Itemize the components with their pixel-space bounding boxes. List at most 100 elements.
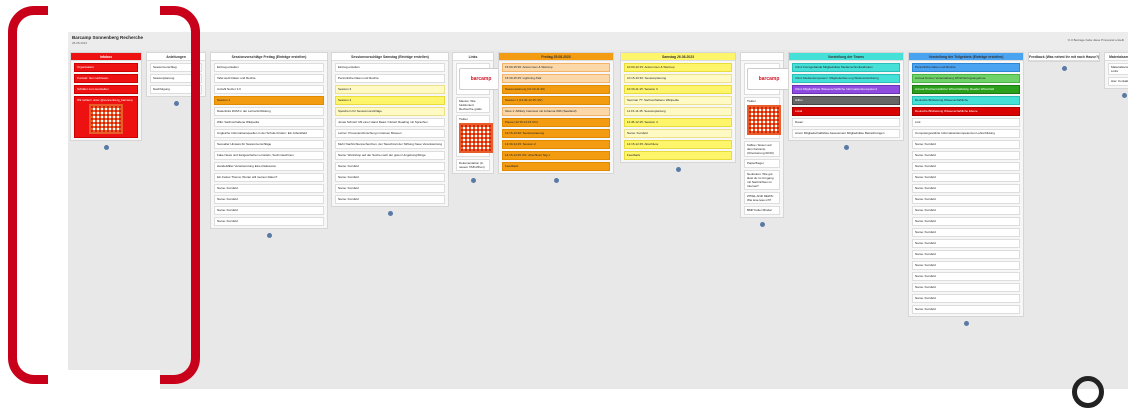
column-header[interactable]: Feedback (Was nehmt ihr mit nach Hause?) (1029, 53, 1099, 61)
card[interactable]: Wiki: Sachverhaltene Wikipedia (214, 118, 324, 127)
add-card-icon[interactable] (1122, 93, 1127, 98)
column-header[interactable]: Sessionvorschläge Freitag (Einträge erst… (211, 53, 327, 61)
card[interactable]: Name: Kursfeld (912, 206, 1020, 215)
column-header[interactable]: Samstag 26.08.2023 (621, 53, 735, 61)
card[interactable]: 15:30-15:45: Lightning-Talk (502, 74, 610, 83)
card[interactable]: Name: Kursfeld (214, 206, 324, 215)
add-card-icon[interactable] (964, 321, 969, 326)
card[interactable]: Anzahl Nutzer 3.0 (214, 85, 324, 94)
column-header[interactable]: Sessionvorschläge Samstag (Einträge erst… (332, 53, 448, 61)
add-card-icon[interactable] (267, 233, 272, 238)
card[interactable]: Name: Kursfeld (214, 195, 324, 204)
column-header[interactable]: Freitag 25.08.2023 (499, 53, 613, 61)
card[interactable]: Session 1 (11:30-12:15 Uhr) (502, 96, 610, 105)
card[interactable]: Pause (12:15-13:15 Uhr) (502, 118, 610, 127)
card[interactable]: Name: Kursfeld (335, 162, 445, 171)
card[interactable]: 12:15-12:45: Abschluss (624, 140, 732, 149)
card[interactable]: BMP Feller Mindar (744, 206, 780, 215)
card[interactable]: Name: Kursfeld (912, 151, 1020, 160)
card[interactable]: Name: Kursfeld (912, 228, 1020, 237)
card[interactable]: Name: Kursfeld (912, 294, 1020, 303)
card[interactable]: Name: Kursfeld (624, 129, 732, 138)
card[interactable]: Session 4 (335, 96, 445, 105)
card[interactable]: Jonas Schnell: Mit einer Hand Read / Not… (335, 118, 445, 127)
card[interactable]: Dokumentation (in neuem TAB öffnen) (456, 159, 490, 171)
card[interactable]: Datenlinks DOM in der Lehrerfortbildung (214, 107, 324, 116)
card[interactable]: Kaffee / Essen auf dem barcamp (Orientie… (744, 141, 780, 157)
card[interactable]: Sessionplanung (11:10-11:30) (502, 85, 610, 94)
card[interactable]: Name: Kursfeld (912, 261, 1020, 270)
card[interactable]: 10:30-11:15: Session 3 (624, 85, 732, 94)
card[interactable]: Hilfen (792, 96, 900, 105)
column-header[interactable]: Materialsammlung (1105, 53, 1128, 61)
card[interactable]: Name: Kursfeld (335, 195, 445, 204)
card[interactable]: Name: Kursfeld (912, 250, 1020, 259)
card[interactable]: Hier: Kontakt (1108, 77, 1128, 86)
card[interactable]: Annual Wochenzeitlicher Wirtschaftsfolg,… (912, 85, 1020, 94)
add-card-icon[interactable] (471, 178, 476, 183)
card[interactable]: Lokal (792, 107, 900, 116)
card[interactable]: Eintrag erstellen (335, 63, 445, 72)
card[interactable]: Fake News und Zeitgeschehen ermitteln, S… (214, 151, 324, 160)
card[interactable]: Sexueller Hinweis für Sessionvorschläge (214, 140, 324, 149)
card[interactable]: Computergestützte Informationskompetenze… (912, 129, 1020, 138)
card[interactable]: Name: Kursfeld (912, 195, 1020, 204)
card[interactable]: Deutsche Bildzeitung Wissenschaftliche (912, 96, 1020, 105)
add-card-icon[interactable] (760, 222, 765, 227)
card[interactable]: Name: Kursfeld (912, 283, 1020, 292)
card[interactable]: Name: Kursfeld (912, 239, 1020, 248)
card[interactable]: barcamp (456, 63, 503, 95)
card[interactable]: Name: Kursfeld (912, 272, 1020, 281)
add-card-icon[interactable] (388, 211, 393, 216)
card[interactable]: Name: Workshop auf der Suche nach der gu… (335, 151, 445, 160)
column-header[interactable] (741, 53, 783, 61)
column-header[interactable]: Links (453, 53, 493, 61)
card[interactable]: Persönliche Daten und Rechte (335, 74, 445, 83)
card[interactable]: Feedback (502, 162, 610, 171)
card[interactable]: Materialsammlung: Links (1108, 63, 1128, 75)
card[interactable]: Ungleiche Informationsquellen in der Sch… (214, 129, 324, 138)
card[interactable]: Clinic Feinsgebäude Mitgliedsliste Medie… (792, 63, 900, 72)
card[interactable]: Eintrag erstellen (214, 63, 324, 72)
card[interactable]: Clinic Mitgliedsliste Wissenschaftliche … (792, 85, 900, 94)
column-header[interactable]: Vorstellung der Teilgebiete (Einträge er… (909, 53, 1023, 61)
card[interactable]: Papierflieger (744, 159, 780, 168)
card[interactable]: Persönliche Daten und Rechte (912, 63, 1020, 72)
card[interactable]: Name: Kursfeld (912, 184, 1020, 193)
add-card-icon[interactable] (554, 178, 559, 183)
card[interactable]: Name: Kursfeld (912, 305, 1020, 314)
card[interactable]: Name: Kursfeld (912, 162, 1020, 171)
card[interactable]: 14:15-14:45 Uhr: Abschluss Tag 1 (502, 151, 610, 160)
card[interactable]: Mehr Nachrichtenrecherchen, der Tauschze… (335, 140, 445, 149)
card[interactable]: Link (912, 118, 1020, 127)
card[interactable]: Neuheiten: Wie gut lässt du im Umgang mi… (744, 170, 780, 190)
card[interactable]: Ein Fettes Thema: Woran will meinen Date… (214, 173, 324, 182)
card[interactable]: Annual Nutzen Veranstaltung WOW Erfolgsa… (912, 74, 1020, 83)
card[interactable]: barcamp (744, 63, 791, 95)
card[interactable]: 11:15-11:45: Sessionplanung (624, 107, 732, 116)
card[interactable]: Name: Kursfeld (912, 173, 1020, 182)
column-header[interactable]: Vorstellung der Teams (789, 53, 903, 61)
card[interactable]: Session 3 (335, 85, 445, 94)
card[interactable]: Name: Kursfeld (335, 173, 445, 182)
card[interactable]: Dauer (792, 118, 900, 127)
card[interactable]: 15:00-15:30: Ankommen & Warmup (502, 63, 610, 72)
card[interactable]: Name: Kursfeld (912, 140, 1020, 149)
card[interactable]: Name: Kursfeld (912, 217, 1020, 226)
add-card-icon[interactable] (1062, 66, 1067, 71)
card[interactable]: Tafel sieht Daten und Rechte (214, 74, 324, 83)
card[interactable]: Handelsfilter Verantwortung Eine Diskuss… (214, 162, 324, 171)
card[interactable]: Name: Kursfeld (335, 184, 445, 193)
card[interactable]: 13:30-14:15: Session 2 (502, 140, 610, 149)
card[interactable]: Speichern für Sessionvorschläge (335, 107, 445, 116)
card[interactable]: 10:00-10:15: Ankommen & Warmup (624, 63, 732, 72)
card[interactable]: Arnon Mitgliedschaftsliste Assessment Mi… (792, 129, 900, 138)
card[interactable]: Deutsche Bildzeitung Wissenschaftliche E… (912, 107, 1020, 116)
card[interactable]: Name: Kursfeld (214, 217, 324, 226)
card[interactable]: Clinic Medienkompetenz: Mitgliederliste … (792, 74, 900, 83)
card[interactable]: Feedback (624, 151, 732, 160)
add-card-icon[interactable] (676, 167, 681, 172)
card[interactable]: 10:15-10:30: Sessionplanung (624, 74, 732, 83)
add-card-icon[interactable] (844, 145, 849, 150)
card[interactable]: Name: Kursfeld (214, 184, 324, 193)
